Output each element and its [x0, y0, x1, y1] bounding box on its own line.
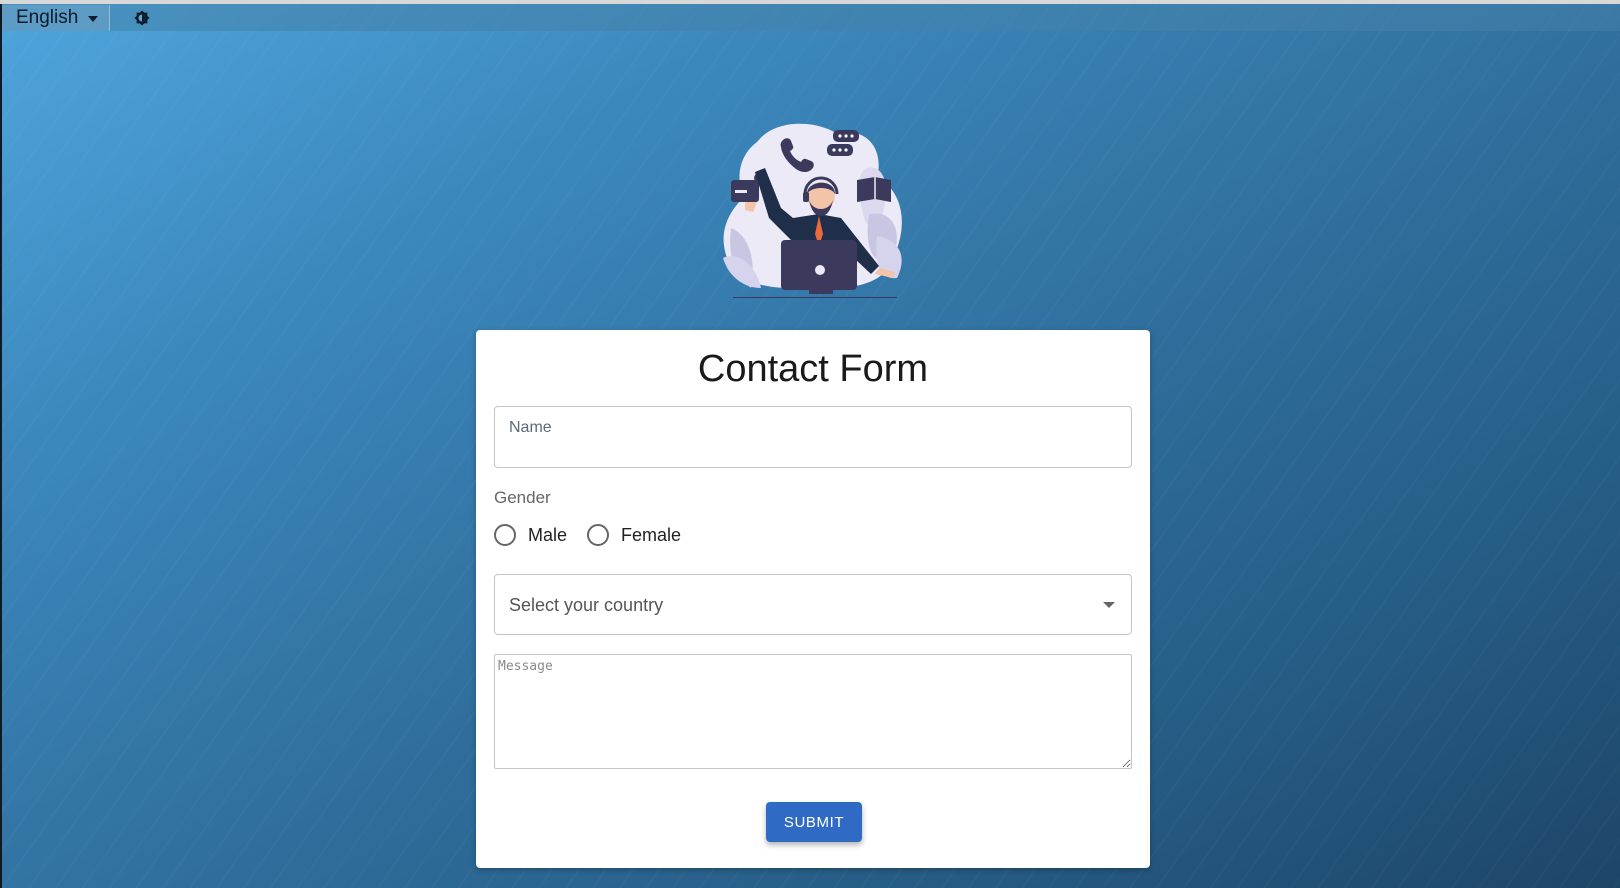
female-radio-button[interactable]	[587, 524, 610, 546]
brightness-icon	[134, 10, 150, 25]
gender-option-male[interactable]: Male	[494, 524, 567, 546]
male-radio-button[interactable]	[494, 524, 516, 546]
gender-label: Gender	[494, 488, 551, 507]
message-textarea[interactable]	[494, 654, 1132, 769]
country-select[interactable]: Select your country	[494, 574, 1132, 635]
chevron-down-icon	[88, 15, 99, 22]
gender-option-female[interactable]: Female	[587, 524, 681, 546]
country-select-placeholder: Select your country	[509, 595, 664, 615]
name-field-label: Name	[509, 419, 552, 436]
customer-support-illustration	[723, 123, 902, 298]
page-title: Contact Form	[697, 348, 929, 390]
language-select-value: English	[16, 6, 79, 28]
theme-toggle-button[interactable]	[132, 8, 152, 28]
chevron-down-icon	[1103, 602, 1115, 608]
page-background: English Contact Form Name Gender Male Fe…	[2, 4, 1620, 888]
name-input[interactable]: Name	[494, 406, 1132, 468]
contact-form-card: Contact Form Name Gender Male Female Sel…	[476, 330, 1150, 868]
submit-button[interactable]: SUBMIT	[766, 802, 862, 842]
female-radio-label: Female	[621, 524, 682, 545]
gender-radio-group: Male Female	[494, 522, 701, 548]
male-radio-label: Male	[528, 524, 568, 545]
top-toolbar: English	[2, 4, 1620, 31]
language-select[interactable]: English	[2, 4, 110, 31]
